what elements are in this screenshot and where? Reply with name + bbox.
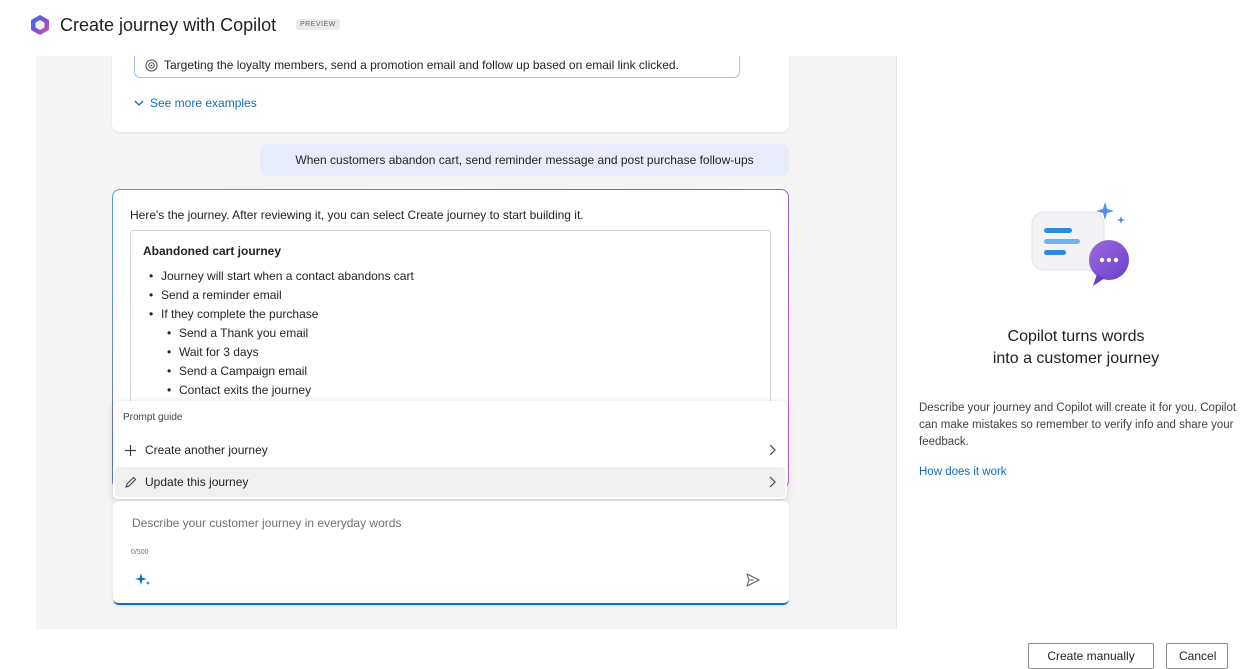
info-panel: Copilot turns words into a customer jour… xyxy=(896,56,1254,629)
journey-substep: Wait for 3 days xyxy=(143,343,414,362)
copilot-logo-icon xyxy=(31,15,49,35)
chat-illustration-icon xyxy=(1031,202,1129,286)
info-heading: Copilot turns words into a customer jour… xyxy=(897,326,1254,370)
prompt-guide-title: Prompt guide xyxy=(123,412,183,423)
pencil-icon xyxy=(123,475,137,489)
info-heading-line1: Copilot turns words xyxy=(1007,328,1145,345)
sparkle-icon[interactable] xyxy=(135,571,151,587)
create-manually-button[interactable]: Create manually xyxy=(1028,643,1154,669)
chevron-right-icon xyxy=(769,476,776,488)
user-message-bubble: When customers abandon cart, send remind… xyxy=(260,144,789,176)
see-more-examples-link[interactable]: See more examples xyxy=(134,96,257,110)
how-does-it-work-link[interactable]: How does it work xyxy=(919,466,1007,478)
journey-summary-box: Abandoned cart journey Journey will star… xyxy=(130,230,771,410)
user-message-text: When customers abandon cart, send remind… xyxy=(295,153,754,167)
prompt-guide-menu: Prompt guide Create another journey Upda… xyxy=(113,401,787,499)
chevron-down-icon xyxy=(134,100,144,106)
journey-steps-list: Journey will start when a contact abando… xyxy=(143,267,414,400)
journey-substep: Contact exits the journey xyxy=(143,381,414,400)
info-description: Describe your journey and Copilot will c… xyxy=(919,402,1237,448)
examples-card: Targeting the loyalty members, send a pr… xyxy=(112,56,789,132)
journey-step: If they complete the purchase xyxy=(143,305,414,324)
create-another-journey-label: Create another journey xyxy=(145,443,268,457)
page-title: Create journey with Copilot xyxy=(60,15,277,35)
create-another-journey-item[interactable]: Create another journey xyxy=(115,435,785,465)
dialog-header: Create journey with Copilot PREVIEW xyxy=(0,0,1254,56)
character-counter: 0/500 xyxy=(131,549,149,556)
see-more-label: See more examples xyxy=(150,96,257,110)
response-intro-text: Here's the journey. After reviewing it, … xyxy=(130,208,584,222)
journey-substep: Send a Campaign email xyxy=(143,362,414,381)
preview-badge: PREVIEW xyxy=(296,19,340,30)
prompt-composer: 0/500 xyxy=(113,501,789,605)
update-this-journey-label: Update this journey xyxy=(145,475,249,489)
update-this-journey-item[interactable]: Update this journey xyxy=(115,467,785,497)
journey-step: Send a reminder email xyxy=(143,286,414,305)
journey-step: Journey will start when a contact abando… xyxy=(143,267,414,286)
journey-description-input[interactable] xyxy=(130,515,734,531)
plus-icon xyxy=(123,443,137,457)
target-icon xyxy=(145,58,158,72)
example-prompt-chip[interactable]: Targeting the loyalty members, send a pr… xyxy=(134,56,740,78)
info-heading-line2: into a customer journey xyxy=(992,350,1160,367)
journey-title: Abandoned cart journey xyxy=(143,244,282,258)
journey-substep: Send a Thank you email xyxy=(143,324,414,343)
send-icon[interactable] xyxy=(745,572,761,588)
example-prompt-text: Targeting the loyalty members, send a pr… xyxy=(164,58,679,72)
chat-panel: Targeting the loyalty members, send a pr… xyxy=(36,56,896,629)
cancel-button[interactable]: Cancel xyxy=(1166,643,1228,669)
chevron-right-icon xyxy=(769,444,776,456)
